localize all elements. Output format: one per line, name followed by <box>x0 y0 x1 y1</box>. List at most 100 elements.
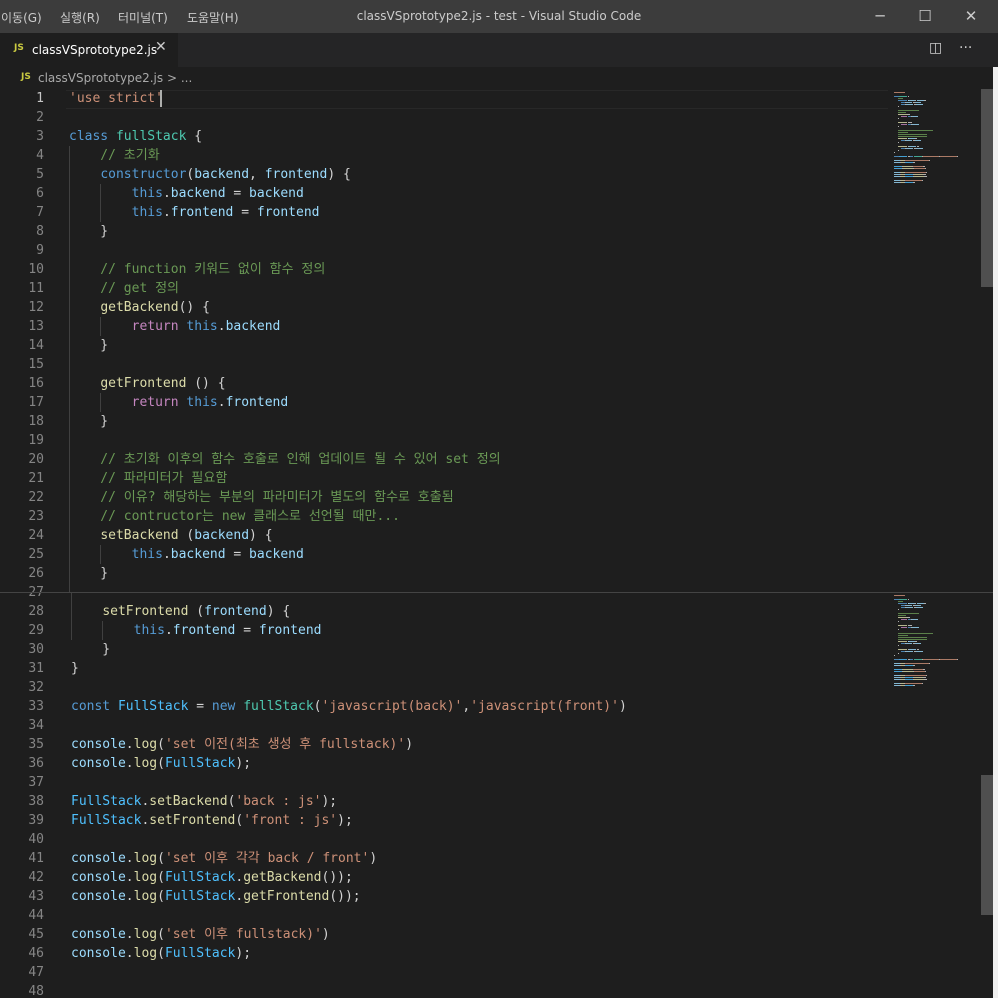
minimap-line <box>894 168 903 169</box>
code-line[interactable]: 45 console.log('set 이후 fullstack)') <box>0 925 890 944</box>
code-line[interactable]: 28 setFrontend (frontend) { <box>0 602 890 621</box>
minimap-line <box>908 599 910 600</box>
code-line[interactable]: 48 <box>0 982 890 998</box>
code-line[interactable]: 30 } <box>0 640 890 659</box>
code-line[interactable]: 27 <box>0 593 890 602</box>
code-token: ) <box>405 737 414 752</box>
code-line[interactable]: 31} <box>0 659 890 678</box>
code-text: } <box>69 412 108 431</box>
minimap-line <box>912 124 920 125</box>
code-line[interactable]: 26 } <box>0 564 890 583</box>
code-line[interactable]: 22 // 이유? 해당하는 부분의 파라미터가 별도의 함수로 호출됨 <box>0 488 890 507</box>
code-line[interactable]: 34 <box>0 716 890 735</box>
code-line[interactable]: 18 } <box>0 412 890 431</box>
code-line[interactable]: 19 <box>0 431 890 450</box>
editor-pane-top[interactable]: 1'use strict' 2 3 class fullStack {4 // 초기화… <box>0 89 993 592</box>
code-token: const <box>71 699 111 714</box>
code-line[interactable]: 47 <box>0 963 890 982</box>
code-line[interactable]: 20 // 초기화 이후의 함수 호출로 인해 업데이트 될 수 있어 set … <box>0 450 890 469</box>
code-line[interactable]: 25 this.backend = backend <box>0 545 890 564</box>
code-line[interactable]: 44 <box>0 906 890 925</box>
minimap-line <box>901 124 907 125</box>
code-line[interactable]: 4 // 초기화 <box>0 146 890 165</box>
tab-classvsprototype2[interactable]: JS classVSprototype2.js ✕ <box>0 33 178 67</box>
minimap-line <box>922 174 927 175</box>
code-line[interactable]: 14 } <box>0 336 890 355</box>
code-line[interactable]: 42 console.log(FullStack.getBackend()); <box>0 868 890 887</box>
minimap-line <box>905 607 913 608</box>
minimize-button[interactable]: ─ <box>858 5 902 27</box>
minimap-line <box>894 659 899 660</box>
code-line[interactable]: 11 // get 정의 <box>0 279 890 298</box>
code-line[interactable]: 7 this.frontend = frontend <box>0 203 890 222</box>
code-line[interactable]: 15 <box>0 355 890 374</box>
code-line[interactable]: 9 <box>0 241 890 260</box>
code-line[interactable]: 2 <box>0 108 890 127</box>
code-line[interactable]: 23 // contructor는 new 클래스로 선언될 때만... <box>0 507 890 526</box>
minimap-line <box>923 603 927 604</box>
code-line[interactable]: 5 constructor(backend, frontend) { <box>0 165 890 184</box>
code-line[interactable]: 10 // function 키워드 없이 함수 정의 <box>0 260 890 279</box>
code-line[interactable]: 39 FullStack.setFrontend('front : js'); <box>0 811 890 830</box>
line-number: 30 <box>28 642 44 657</box>
code-line[interactable]: 13 return this.backend <box>0 317 890 336</box>
tab-close-icon[interactable]: ✕ <box>155 39 167 55</box>
minimap-line <box>905 102 912 103</box>
maximize-button[interactable]: ☐ <box>903 5 947 27</box>
code-line[interactable]: 6 this.backend = backend <box>0 184 890 203</box>
minimap-line <box>913 156 922 157</box>
minimap[interactable] <box>894 92 978 192</box>
minimap-line <box>897 130 933 131</box>
code-line[interactable]: 27 <box>0 583 890 592</box>
code-line[interactable]: 8 } <box>0 222 890 241</box>
code-line[interactable]: 12 getBackend() { <box>0 298 890 317</box>
code-token: ()); <box>329 889 361 904</box>
code-line[interactable]: 46 console.log(FullStack); <box>0 944 890 963</box>
minimap-line <box>897 136 928 137</box>
breadcrumb-more[interactable]: ... <box>181 71 192 85</box>
code-line[interactable]: 29 this.frontend = frontend <box>0 621 890 640</box>
line-number: 29 <box>28 623 44 638</box>
scrollbar-thumb[interactable] <box>981 775 993 915</box>
code-line[interactable]: 37 <box>0 773 890 792</box>
code-line[interactable]: 1 'use strict' <box>0 89 890 108</box>
code-line[interactable]: 35 console.log('set 이전(최초 생성 후 fullstack)… <box>0 735 890 754</box>
code-line[interactable]: 41 console.log('set 이후 각각 back / front') <box>0 849 890 868</box>
minimap[interactable] <box>894 595 978 695</box>
code-token: backend <box>249 547 304 562</box>
code-line[interactable]: 36 console.log(FullStack); <box>0 754 890 773</box>
code-line[interactable]: 38 FullStack.setBackend('back : js'); <box>0 792 890 811</box>
split-editor-icon[interactable]: ◫ <box>929 40 942 56</box>
code-line[interactable]: 17 return this.frontend <box>0 393 890 412</box>
breadcrumb-file[interactable]: classVSprototype2.js <box>38 71 163 85</box>
code-line[interactable]: 3 class fullStack { <box>0 127 890 146</box>
minimap-line <box>894 671 903 672</box>
close-window-button[interactable]: ✕ <box>949 5 993 27</box>
scrollbar-thumb[interactable] <box>981 89 993 287</box>
code-line[interactable]: 24 setBackend (backend) { <box>0 526 890 545</box>
code-token: . <box>217 395 226 410</box>
code-text: } <box>71 640 110 659</box>
line-number: 31 <box>28 661 44 676</box>
line-number: 27 <box>0 593 44 602</box>
code-token: getBackend <box>100 300 179 315</box>
code-token: new <box>211 699 236 714</box>
code-line[interactable]: 40 <box>0 830 890 849</box>
code-line[interactable]: 16 getFrontend () { <box>0 374 890 393</box>
minimap-line <box>923 100 927 101</box>
more-actions-icon[interactable]: ··· <box>959 40 972 56</box>
minimap-line <box>939 659 957 660</box>
line-number: 42 <box>28 870 44 885</box>
code-line[interactable]: 32 <box>0 678 890 697</box>
code-line[interactable]: 33 const FullStack = new fullStack('javas… <box>0 697 890 716</box>
code-text: FullStack.setFrontend('front : js'); <box>71 811 353 830</box>
minimap-line <box>894 669 903 670</box>
minimap-line <box>908 625 912 626</box>
editor-pane-bottom[interactable]: 2728 setFrontend (frontend) {29 this.fro… <box>0 593 993 998</box>
code-line[interactable]: 43 console.log(FullStack.getFrontend()); <box>0 887 890 906</box>
line-number: 8 <box>36 224 44 239</box>
minimap-line <box>924 671 927 672</box>
code-line[interactable]: 21 // 파라미터가 필요함 <box>0 469 890 488</box>
code-token: } <box>71 642 111 657</box>
code-text: } <box>69 222 108 241</box>
